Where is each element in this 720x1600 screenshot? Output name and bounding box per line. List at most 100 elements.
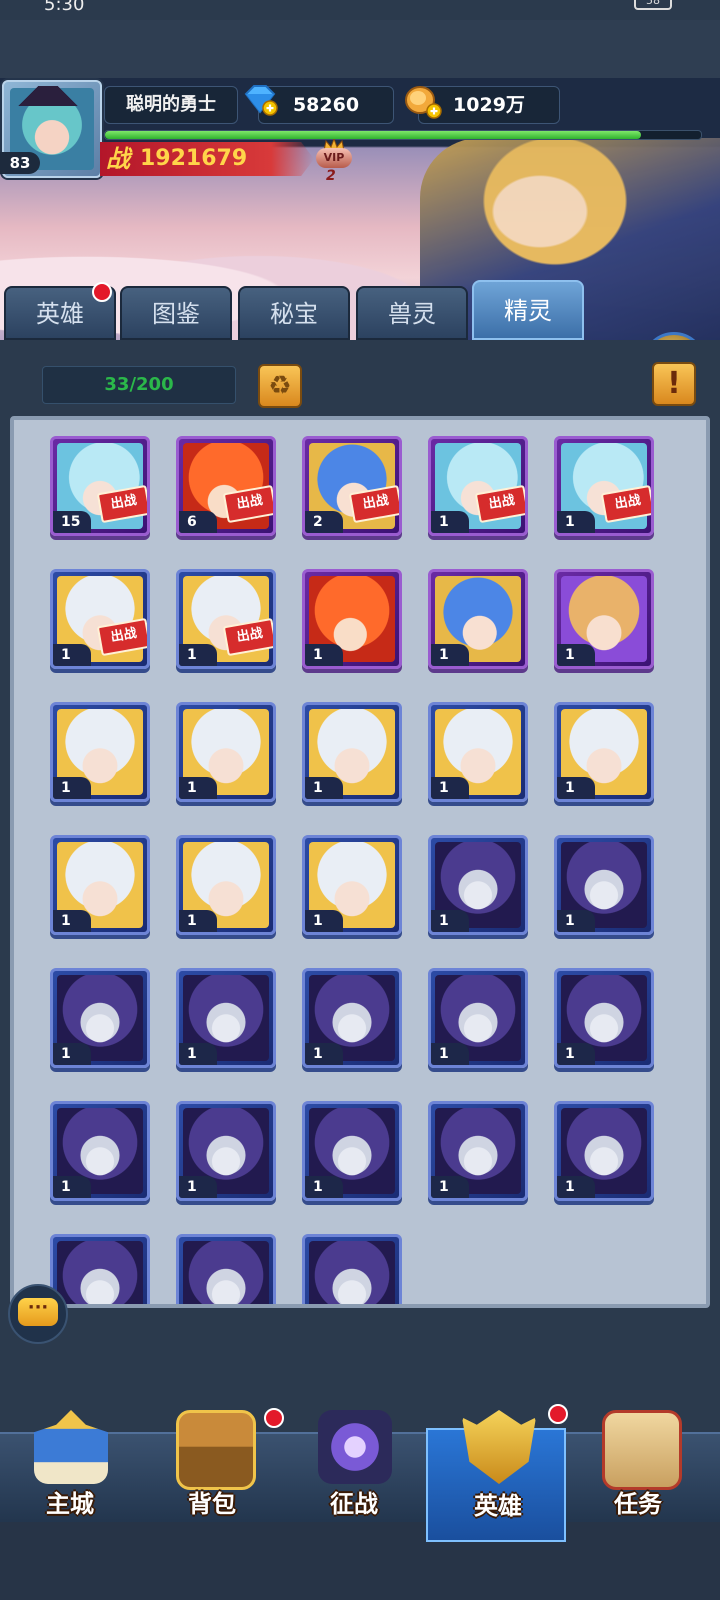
spirit-card[interactable]: 出战 1 xyxy=(50,569,150,669)
recycle-icon[interactable]: ♻ xyxy=(258,364,302,408)
spirit-card[interactable]: 出战 1 xyxy=(176,569,276,669)
spirit-quantity: 1 xyxy=(431,511,469,533)
spirit-card[interactable]: 出战 1 xyxy=(428,436,528,536)
vip-badge[interactable]: VIP 2 xyxy=(312,137,356,184)
spirit-card[interactable]: 1 xyxy=(554,569,654,669)
spirit-card[interactable]: 1 xyxy=(176,968,276,1068)
spirit-card[interactable]: 1 xyxy=(554,968,654,1068)
nav-heroes-label: 英雄 xyxy=(474,1492,522,1520)
diamond-plus-icon[interactable] xyxy=(242,84,278,116)
spirit-quantity: 1 xyxy=(305,1043,343,1065)
spirit-quantity: 1 xyxy=(53,777,91,799)
spirit-card[interactable]: 1 xyxy=(50,1101,150,1201)
spirit-card[interactable]: 1 xyxy=(554,835,654,935)
spirit-card[interactable]: 1 xyxy=(176,835,276,935)
spirit-quantity: 1 xyxy=(305,644,343,666)
nav-backpack[interactable]: 背包 xyxy=(142,1408,284,1522)
castle-icon xyxy=(34,1410,108,1484)
avatar-ears xyxy=(18,86,78,106)
treasure-chest-icon xyxy=(176,1410,256,1490)
spirit-quantity: 1 xyxy=(557,644,595,666)
status-bar: 5:30 58 xyxy=(0,0,720,20)
spirit-quantity: 1 xyxy=(179,777,217,799)
tab-codex[interactable]: 图鉴 xyxy=(120,286,232,340)
hooded-spirit-icon xyxy=(183,1241,269,1304)
spirit-card[interactable]: 1 xyxy=(176,1101,276,1201)
status-time: 5:30 xyxy=(44,0,85,15)
tab-treasure[interactable]: 秘宝 xyxy=(238,286,350,340)
player-name: 聪明的勇士 xyxy=(104,86,238,124)
nav-main-city-label: 主城 xyxy=(46,1490,94,1518)
spirit-quantity: 1 xyxy=(305,1176,343,1198)
spirit-quantity: 1 xyxy=(53,910,91,932)
nav-campaign-label: 征战 xyxy=(330,1490,378,1518)
spirit-card[interactable]: 1 xyxy=(302,702,402,802)
spirit-card[interactable]: 出战 1 xyxy=(554,436,654,536)
spirit-quantity: 1 xyxy=(179,644,217,666)
battle-portal-icon xyxy=(318,1410,392,1484)
vip-level: 2 xyxy=(326,168,336,184)
spirit-card[interactable]: 1 xyxy=(302,968,402,1068)
spirit-quantity: 1 xyxy=(557,777,595,799)
spirit-card[interactable]: 1 xyxy=(176,702,276,802)
combat-power-label: 战 xyxy=(106,145,130,173)
spirit-card[interactable]: 1 xyxy=(428,835,528,935)
inventory-count: 33/200 xyxy=(42,366,236,404)
tab-beast-spirit-label: 兽灵 xyxy=(388,300,436,328)
experience-bar xyxy=(104,130,702,140)
tab-heroes[interactable]: 英雄 xyxy=(4,282,116,340)
spirit-quantity: 1 xyxy=(179,1043,217,1065)
spirit-card[interactable]: 1 xyxy=(428,569,528,669)
nav-main-city[interactable]: 主城 xyxy=(0,1410,140,1522)
nav-campaign[interactable]: 征战 xyxy=(284,1410,424,1522)
spirit-quantity: 1 xyxy=(557,511,595,533)
spirit-card[interactable] xyxy=(176,1234,276,1304)
notification-dot xyxy=(264,1408,284,1428)
spirit-card[interactable]: 出战 15 xyxy=(50,436,150,536)
spirit-card[interactable]: 1 xyxy=(554,702,654,802)
spirit-card[interactable]: 1 xyxy=(50,835,150,935)
bottom-spacer xyxy=(0,1522,720,1600)
spirit-quantity: 1 xyxy=(557,910,595,932)
spirit-card[interactable]: 出战 2 xyxy=(302,436,402,536)
battery-icon: 58 xyxy=(634,0,672,10)
spirit-quantity: 1 xyxy=(557,1043,595,1065)
spirit-card[interactable]: 1 xyxy=(554,1101,654,1201)
combat-power-value: 1921679 xyxy=(140,146,248,171)
spirit-card[interactable]: 1 xyxy=(302,569,402,669)
spirit-quantity: 1 xyxy=(557,1176,595,1198)
tab-spirits-label: 精灵 xyxy=(504,297,552,325)
spirit-quantity: 1 xyxy=(53,1176,91,1198)
spirit-card[interactable]: 1 xyxy=(428,968,528,1068)
notification-dot xyxy=(92,282,112,302)
spirit-card[interactable] xyxy=(302,1234,402,1304)
spirit-card[interactable]: 1 xyxy=(302,1101,402,1201)
tab-spirits[interactable]: 精灵 xyxy=(472,280,584,340)
nav-quests[interactable]: 任务 xyxy=(568,1410,708,1522)
spirit-card[interactable]: 1 xyxy=(50,702,150,802)
spirit-quantity: 1 xyxy=(431,644,469,666)
experience-bar-fill xyxy=(105,131,642,139)
spirit-card[interactable]: 1 xyxy=(428,1101,528,1201)
spirit-card[interactable]: 1 xyxy=(302,835,402,935)
spirit-card[interactable]: 1 xyxy=(50,968,150,1068)
spirit-quantity: 1 xyxy=(431,910,469,932)
spirit-quantity: 1 xyxy=(431,1176,469,1198)
spirit-tabs: 英雄 图鉴 秘宝 兽灵 精灵 xyxy=(0,280,720,340)
chat-bubble-icon: ··· xyxy=(18,1298,58,1326)
tab-codex-label: 图鉴 xyxy=(152,300,200,328)
spirit-card[interactable] xyxy=(50,1234,150,1304)
chat-button[interactable]: ··· xyxy=(8,1284,68,1344)
tab-treasure-label: 秘宝 xyxy=(270,300,318,328)
nav-backpack-label: 背包 xyxy=(188,1490,236,1518)
gem-counter[interactable]: 58260 xyxy=(258,86,394,124)
nav-heroes[interactable]: 英雄 xyxy=(426,1404,568,1542)
gold-coin-plus-icon[interactable] xyxy=(404,84,442,120)
spirit-quantity: 1 xyxy=(53,1043,91,1065)
info-alert-icon[interactable]: ! xyxy=(652,362,696,406)
tab-beast-spirit[interactable]: 兽灵 xyxy=(356,286,468,340)
hooded-spirit-icon xyxy=(309,1241,395,1304)
spirit-quantity: 15 xyxy=(53,511,91,533)
spirit-card[interactable]: 出战 6 xyxy=(176,436,276,536)
spirit-card[interactable]: 1 xyxy=(428,702,528,802)
